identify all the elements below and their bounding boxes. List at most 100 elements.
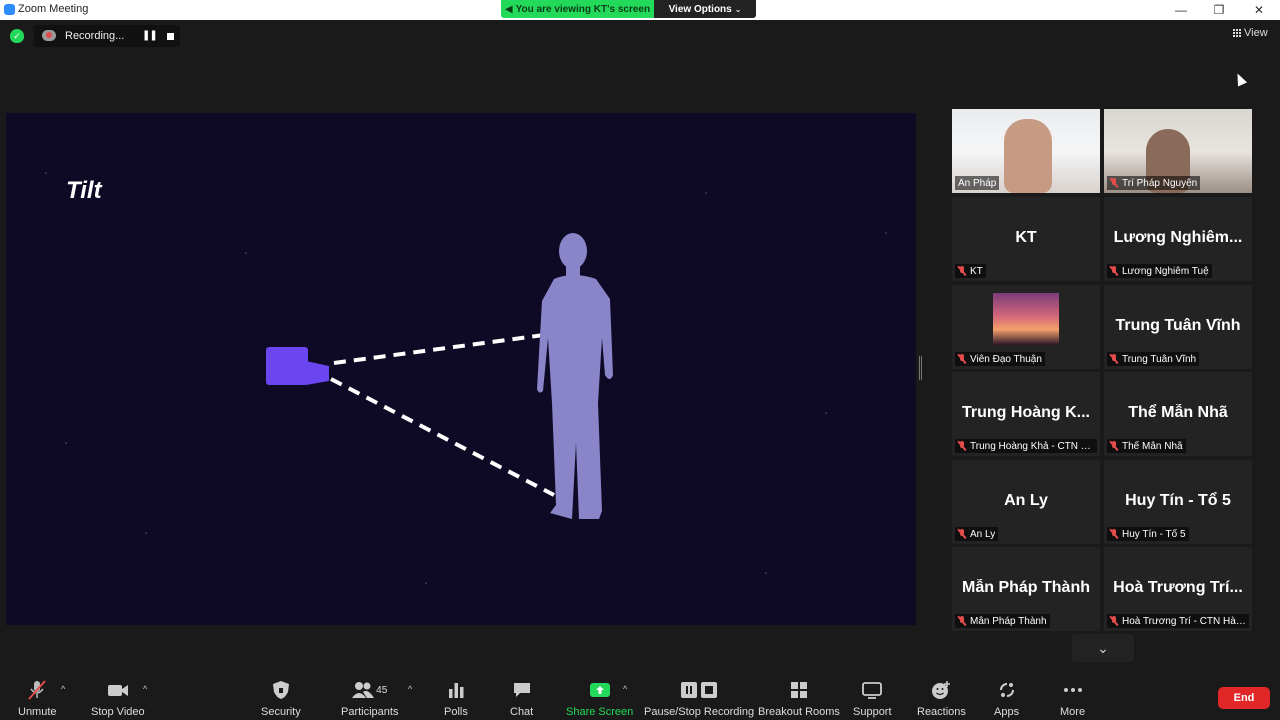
- more-button[interactable]: More: [1060, 678, 1085, 718]
- security-shield-icon: [272, 678, 290, 702]
- microphone-muted-icon: [1110, 529, 1118, 539]
- participant-name-label: Trung Hoàng Khả - CTN H...: [955, 439, 1097, 453]
- participant-name-text: Mẫn Pháp Thành: [970, 615, 1047, 627]
- mouse-cursor-icon: [1232, 71, 1248, 87]
- speaker-icon: ◀: [504, 3, 513, 15]
- participant-name-label: Ân Pháp: [955, 176, 1000, 190]
- participant-display-name: Mẫn Pháp Thành: [962, 579, 1090, 596]
- apps-icon: [998, 678, 1016, 702]
- participant-tile[interactable]: Huy Tín - Tổ 5 Huy Tín - Tổ 5: [1104, 460, 1252, 544]
- pause-recording-icon[interactable]: ❚❚: [142, 30, 158, 41]
- stop-recording-icon[interactable]: [167, 33, 174, 40]
- breakout-rooms-button[interactable]: Breakout Rooms: [758, 678, 840, 718]
- participant-tile[interactable]: Trung Tuân Vĩnh Trung Tuân Vĩnh: [1104, 285, 1252, 369]
- support-label: Support: [853, 706, 892, 718]
- participant-tile[interactable]: Hoà Trương Trí... Hoà Trương Trí - CTN Hà…: [1104, 547, 1252, 631]
- stop-video-label: Stop Video: [91, 706, 145, 718]
- pause-stop-recording-label: Pause/Stop Recording: [644, 706, 755, 718]
- participant-tile[interactable]: Thể Mẫn Nhã Thể Mẫn Nhã: [1104, 372, 1252, 456]
- screen-share-banner: ◀ You are viewing KT's screen View Optio…: [501, 0, 756, 18]
- camera-icon: [266, 347, 329, 385]
- maximize-button[interactable]: ❐: [1200, 0, 1238, 20]
- participant-name-label: Trung Tuân Vĩnh: [1107, 352, 1200, 366]
- split-divider-handle[interactable]: [919, 356, 922, 380]
- participant-tile[interactable]: KT KT: [952, 197, 1100, 281]
- support-button[interactable]: Support: [853, 678, 892, 718]
- participant-display-name: Lương Nghiêm...: [1113, 229, 1243, 246]
- view-layout-label: View: [1244, 27, 1268, 39]
- participant-tile[interactable]: An Ly An Ly: [952, 460, 1100, 544]
- chevron-down-icon: ⌄: [1097, 639, 1109, 656]
- microphone-muted-icon: [1110, 178, 1118, 188]
- participants-label: Participants: [341, 706, 399, 718]
- participants-count: 45: [376, 684, 388, 696]
- security-button[interactable]: Security: [261, 678, 301, 718]
- participant-name-text: Trí Pháp Nguyện: [1122, 177, 1198, 189]
- more-dots-icon: [1063, 678, 1083, 702]
- video-options-caret-icon[interactable]: ^: [143, 684, 147, 694]
- end-meeting-button[interactable]: End: [1218, 687, 1270, 709]
- close-button[interactable]: ✕: [1240, 0, 1278, 20]
- share-screen-arrow-icon: [589, 678, 611, 702]
- polls-label: Polls: [444, 706, 468, 718]
- person-silhouette-icon: [537, 233, 613, 519]
- share-options-caret-icon[interactable]: ^: [623, 684, 627, 694]
- apps-button[interactable]: Apps: [994, 678, 1019, 718]
- reactions-button[interactable]: Reactions: [917, 678, 966, 718]
- participant-tile[interactable]: Ân Pháp: [952, 109, 1100, 193]
- viewing-screen-indicator: ◀ You are viewing KT's screen: [501, 0, 654, 18]
- participants-options-caret-icon[interactable]: ^: [408, 684, 412, 694]
- participant-video-person: [1004, 119, 1052, 193]
- unmute-button[interactable]: Unmute: [18, 678, 57, 718]
- video-camera-icon: [106, 678, 130, 702]
- polls-bar-chart-icon: [447, 678, 465, 702]
- participant-name-label: Viên Đạo Thuận: [955, 352, 1045, 366]
- participant-name-text: An Ly: [970, 528, 996, 540]
- participant-tile[interactable]: Viên Đạo Thuận: [952, 285, 1100, 369]
- participant-tile[interactable]: Lương Nghiêm... Lương Nghiêm Tuệ: [1104, 197, 1252, 281]
- microphone-muted-icon: [26, 678, 48, 702]
- participant-name-label: Huy Tín - Tổ 5: [1107, 527, 1189, 541]
- unmute-label: Unmute: [18, 706, 57, 718]
- microphone-muted-icon: [958, 616, 966, 626]
- microphone-muted-icon: [958, 529, 966, 539]
- participant-name-text: Huy Tín - Tổ 5: [1122, 528, 1186, 540]
- sight-line-upper: [333, 333, 545, 365]
- participants-icon-group: 45: [352, 678, 387, 702]
- participant-name-label: KT: [955, 264, 986, 278]
- polls-button[interactable]: Polls: [444, 678, 468, 718]
- minimize-button[interactable]: —: [1162, 0, 1200, 20]
- cloud-recording-icon: [42, 30, 56, 41]
- stop-video-button[interactable]: Stop Video: [91, 678, 145, 718]
- smiley-plus-icon: [931, 678, 951, 702]
- apps-label: Apps: [994, 706, 1020, 718]
- audio-options-caret-icon[interactable]: ^: [61, 684, 65, 694]
- participant-display-name: An Ly: [1004, 492, 1048, 509]
- view-options-button[interactable]: View Options ⌄: [654, 0, 756, 18]
- participant-tile[interactable]: Mẫn Pháp Thành Mẫn Pháp Thành: [952, 547, 1100, 631]
- view-layout-button[interactable]: View: [1232, 27, 1268, 39]
- participant-profile-image: [993, 293, 1059, 345]
- window-title: Zoom Meeting: [18, 3, 89, 15]
- participant-name-label: Hoà Trương Trí - CTN Hà ...: [1107, 614, 1249, 628]
- microphone-muted-icon: [958, 354, 966, 364]
- participant-tile[interactable]: Trung Hoàng K... Trung Hoàng Khả - CTN H.…: [952, 372, 1100, 456]
- participant-name-text: Trung Hoàng Khả - CTN H...: [970, 440, 1094, 452]
- share-screen-label: Share Screen: [566, 706, 634, 718]
- chat-button[interactable]: Chat: [510, 678, 533, 718]
- microphone-muted-icon: [958, 441, 966, 451]
- participant-display-name: Trung Hoàng K...: [962, 404, 1090, 421]
- recording-indicator: Recording... ❚❚: [34, 25, 180, 47]
- zoom-app-icon: [4, 4, 15, 15]
- participant-tile[interactable]: Trí Pháp Nguyện: [1104, 109, 1252, 193]
- chevron-down-icon: ⌄: [734, 4, 742, 14]
- pause-stop-recording-button[interactable]: Pause/Stop Recording: [644, 678, 754, 718]
- participants-button[interactable]: 45 Participants: [341, 678, 398, 718]
- gallery-next-page-button[interactable]: ⌄: [1072, 634, 1134, 662]
- view-options-label: View Options: [668, 3, 732, 15]
- microphone-muted-icon: [1110, 266, 1118, 276]
- meeting-toolbar: Unmute ^ Stop Video ^ Security 45 Partic…: [0, 670, 1280, 720]
- encryption-shield-icon[interactable]: ✓: [10, 29, 24, 43]
- participant-display-name: Trung Tuân Vĩnh: [1115, 317, 1241, 334]
- window-titlebar: Zoom Meeting ◀ You are viewing KT's scre…: [0, 0, 1280, 20]
